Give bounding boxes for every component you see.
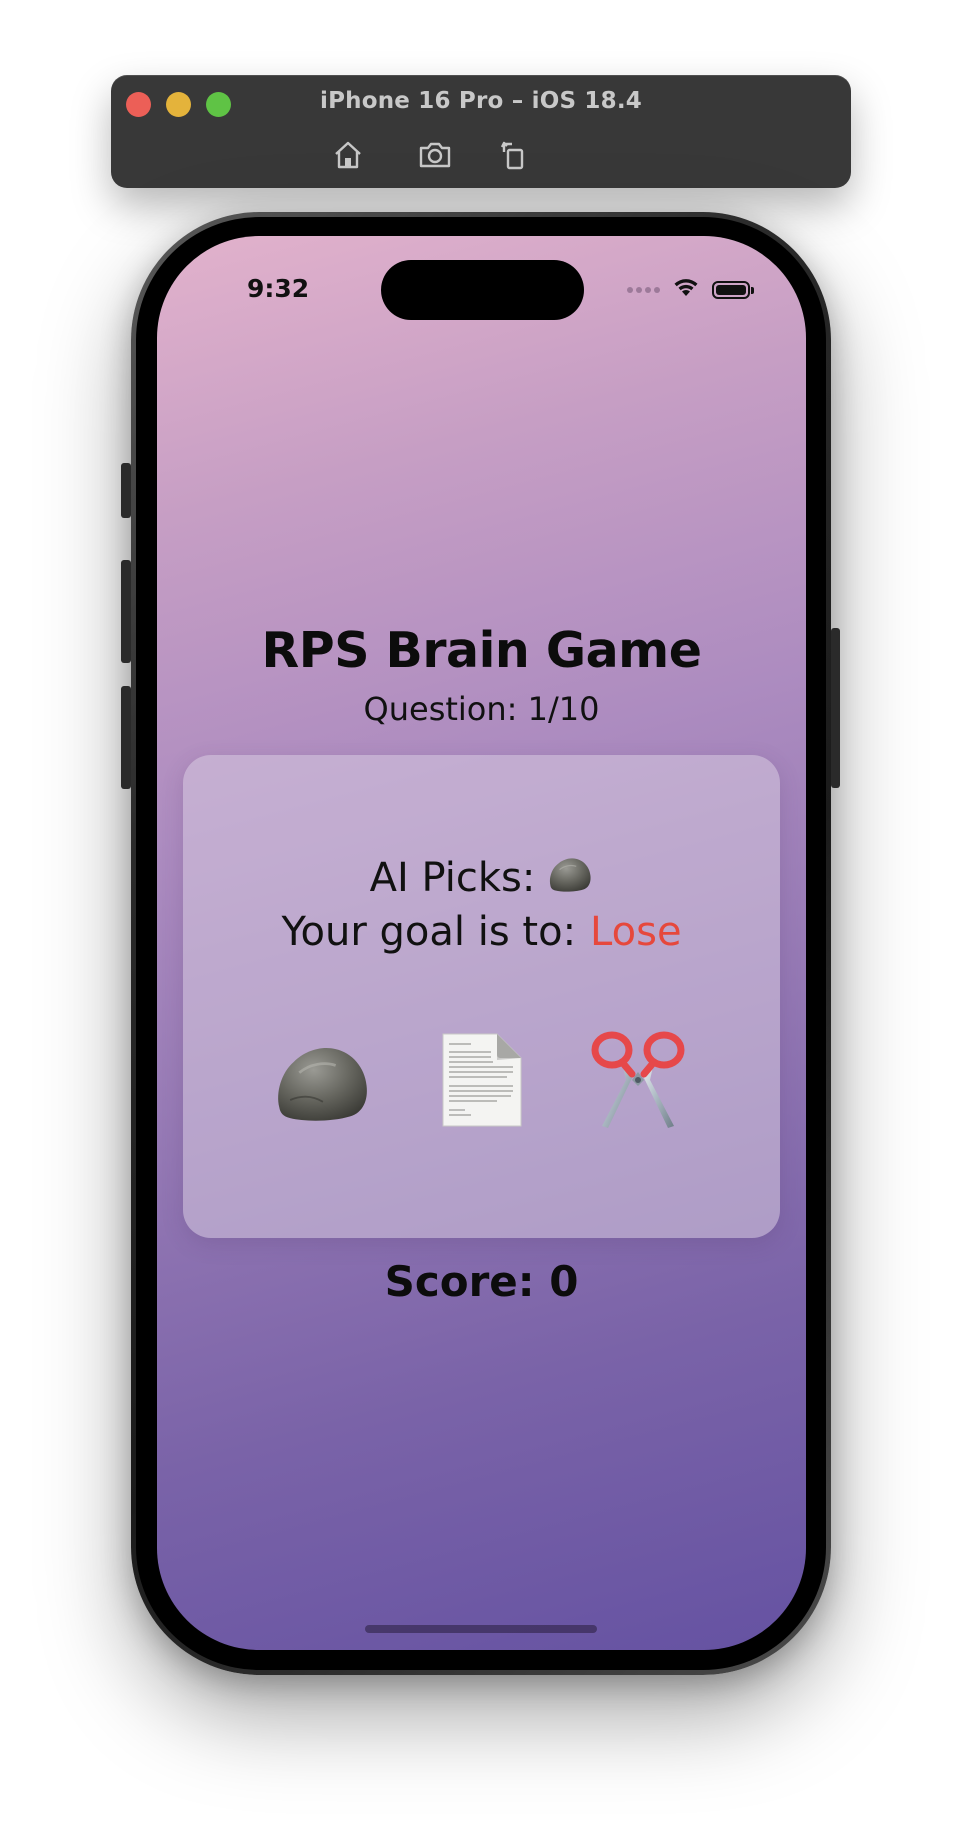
screenshot-icon[interactable] (417, 137, 453, 173)
status-indicators (627, 276, 754, 303)
wifi-icon (672, 276, 700, 303)
rotate-icon[interactable] (496, 137, 532, 173)
power-button[interactable] (831, 628, 840, 788)
rock-icon (272, 1036, 372, 1124)
cellular-signal-icon (627, 286, 660, 293)
battery-icon (712, 280, 754, 299)
scissors-icon (588, 1028, 688, 1132)
paper-button[interactable] (427, 1025, 537, 1135)
rock-button[interactable] (267, 1025, 377, 1135)
choice-buttons (183, 1025, 780, 1135)
dynamic-island (381, 260, 584, 320)
game-card: AI Picks: Your goal is to: Lose (183, 755, 780, 1238)
ai-picks-row: AI Picks: (183, 853, 780, 903)
goal-row: Your goal is to: Lose (183, 909, 780, 955)
status-time: 9:32 (247, 274, 310, 303)
goal-value: Lose (590, 909, 682, 955)
rock-icon (547, 853, 593, 903)
paper-icon (437, 1030, 527, 1130)
home-icon[interactable] (330, 137, 366, 173)
volume-down-button[interactable] (121, 686, 131, 789)
score-label: Score: 0 (384, 1257, 579, 1306)
phone-screen: 9:32 RPS Brain Game Question: 1/10 AI Pi… (157, 236, 806, 1650)
simulator-title-bar: iPhone 16 Pro – iOS 18.4 (111, 75, 851, 188)
volume-up-button[interactable] (121, 560, 131, 663)
simulator-title: iPhone 16 Pro – iOS 18.4 (320, 88, 642, 114)
home-indicator[interactable] (365, 1625, 597, 1633)
question-counter: Question: 1/10 (363, 690, 600, 728)
action-button[interactable] (121, 463, 131, 518)
goal-label: Your goal is to: (281, 909, 577, 955)
game-title: RPS Brain Game (261, 622, 702, 679)
simulator-window: iPhone 16 Pro – iOS 18.4 9:32 RPS Brain … (0, 0, 962, 1826)
scissors-button[interactable] (583, 1025, 693, 1135)
ai-picks-label: AI Picks: (369, 855, 536, 901)
